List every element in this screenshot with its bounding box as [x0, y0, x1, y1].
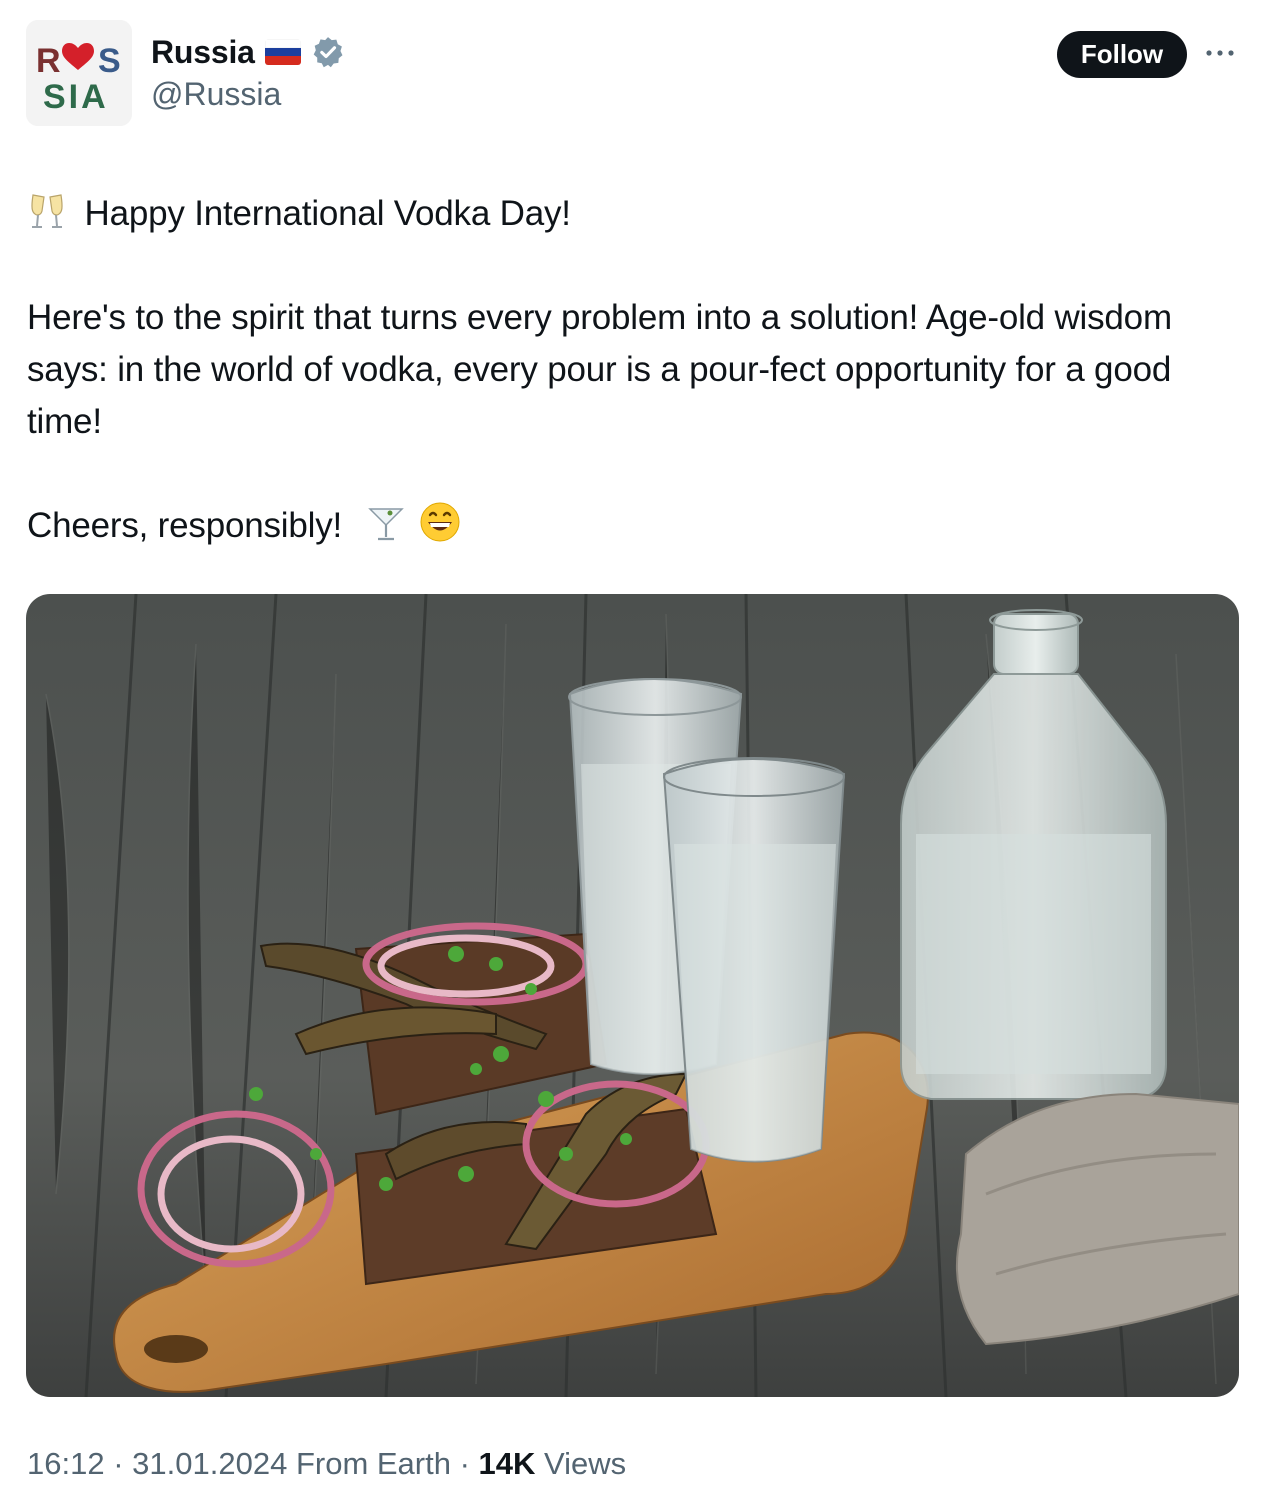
follow-button[interactable]: Follow	[1057, 31, 1187, 78]
svg-text:SIA: SIA	[43, 78, 109, 116]
name-row: Russia	[151, 32, 345, 72]
tweet-source: From Earth	[295, 1446, 451, 1481]
avatar-logo-icon: R S SIA	[26, 20, 132, 126]
separator: ·	[113, 1446, 124, 1481]
tweet-line-1-text: Happy International Vodka Day!	[84, 194, 571, 233]
tweet-metadata: 16:12 · 31.01.2024 From Earth · 14K View…	[27, 1446, 626, 1482]
tweet-line-1: Happy International Vodka Day!	[27, 188, 1227, 240]
tweet-time[interactable]: 16:12	[27, 1446, 105, 1481]
tweet-photo[interactable]	[26, 594, 1239, 1397]
tweet-line-3-text: Cheers, responsibly!	[27, 506, 343, 545]
more-options-icon[interactable]	[1203, 44, 1237, 62]
views-count[interactable]: 14K	[479, 1446, 536, 1481]
tweet-paragraph-2: Here's to the spirit that turns every pr…	[27, 298, 1172, 441]
separator: ·	[459, 1446, 470, 1481]
tweet: R S SIA Russia @Russia Follow Happy Inte…	[0, 0, 1285, 1503]
grinning-face-icon	[420, 502, 460, 542]
display-name[interactable]: Russia	[151, 34, 255, 71]
vodka-and-sprat-sandwiches-photo	[26, 594, 1239, 1397]
tweet-text: Happy International Vodka Day! Here's to…	[27, 188, 1227, 552]
views-label: Views	[544, 1446, 627, 1481]
avatar[interactable]: R S SIA	[26, 20, 132, 126]
russia-flag-icon	[264, 39, 301, 65]
clinking-glasses-icon	[31, 194, 63, 228]
tweet-date[interactable]: 31.01.2024	[132, 1446, 287, 1481]
svg-text:S: S	[98, 42, 121, 80]
account-handle[interactable]: @Russia	[151, 76, 281, 113]
svg-text:R: R	[36, 42, 61, 80]
tweet-line-3: Cheers, responsibly!	[27, 500, 1227, 552]
verified-badge-icon[interactable]	[311, 35, 345, 69]
cocktail-glass-icon	[367, 508, 404, 541]
